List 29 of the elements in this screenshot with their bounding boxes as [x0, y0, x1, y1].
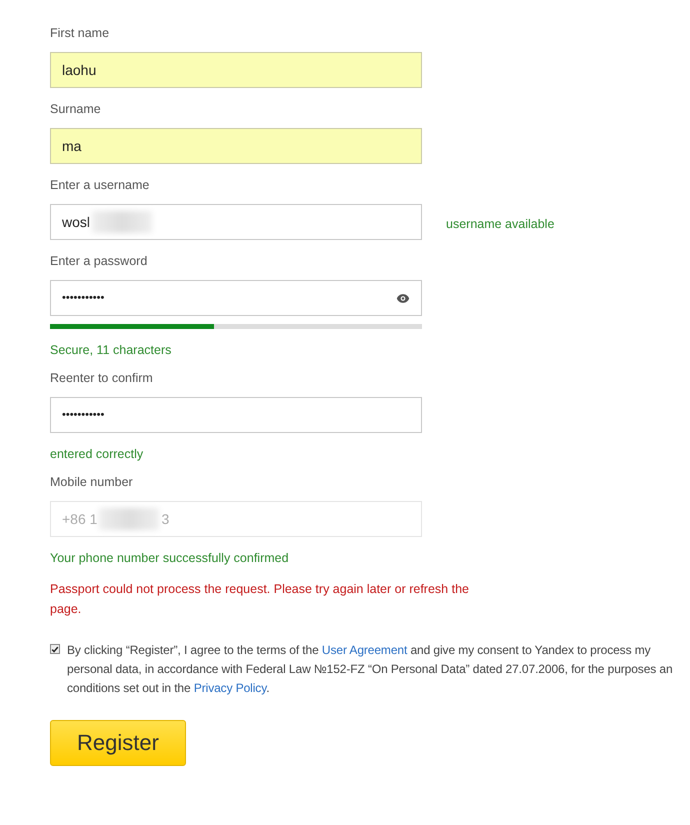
register-button[interactable]: Register — [50, 720, 186, 766]
input-field[interactable]: ••••••••••• — [50, 397, 422, 433]
field-value: ••••••••••• — [62, 292, 104, 304]
password-field[interactable]: ••••••••••• — [50, 280, 422, 316]
field-label: Surname — [50, 102, 102, 118]
field-label: Mobile number — [50, 475, 134, 491]
field-label: Enter a username — [50, 178, 150, 194]
status-message: Secure, 11 characters — [50, 343, 172, 357]
field-value: ma — [62, 138, 82, 154]
consent-checkbox[interactable] — [50, 644, 60, 654]
field-value: 3 — [161, 511, 170, 527]
field-label: First name — [50, 26, 110, 42]
link[interactable]: Privacy Policy — [194, 681, 266, 695]
link[interactable]: User Agreement — [322, 643, 408, 657]
input-field[interactable]: laohu — [50, 52, 422, 88]
input-field[interactable]: wosl — [50, 204, 422, 240]
status-message: username available — [446, 217, 554, 231]
field-label: Reenter to confirm — [50, 371, 154, 387]
status-message: entered correctly — [50, 447, 144, 461]
field-value: +86 1 — [62, 511, 98, 527]
field-value: laohu — [62, 62, 96, 78]
error-message: Passport could not process the request. Please try again later or refresh the page. — [50, 581, 470, 618]
field-value: wosl — [62, 214, 90, 230]
field-value: ••••••••••• — [62, 409, 104, 421]
status-message: Your phone number successfully confirmed — [50, 551, 290, 565]
consent-text: By clicking “Register”, I agree to the terms of the User Agreement and give my consent to Yandex to process my personal data, in accordance with Federal Law №152-FZ “On Personal Data” dated 27.07.2006, for the purposes an conditions set out in the Privacy Policy. — [67, 642, 673, 697]
field-label: Enter a password — [50, 254, 148, 270]
show-password-icon[interactable] — [396, 292, 410, 304]
input-field[interactable]: ma — [50, 128, 422, 164]
